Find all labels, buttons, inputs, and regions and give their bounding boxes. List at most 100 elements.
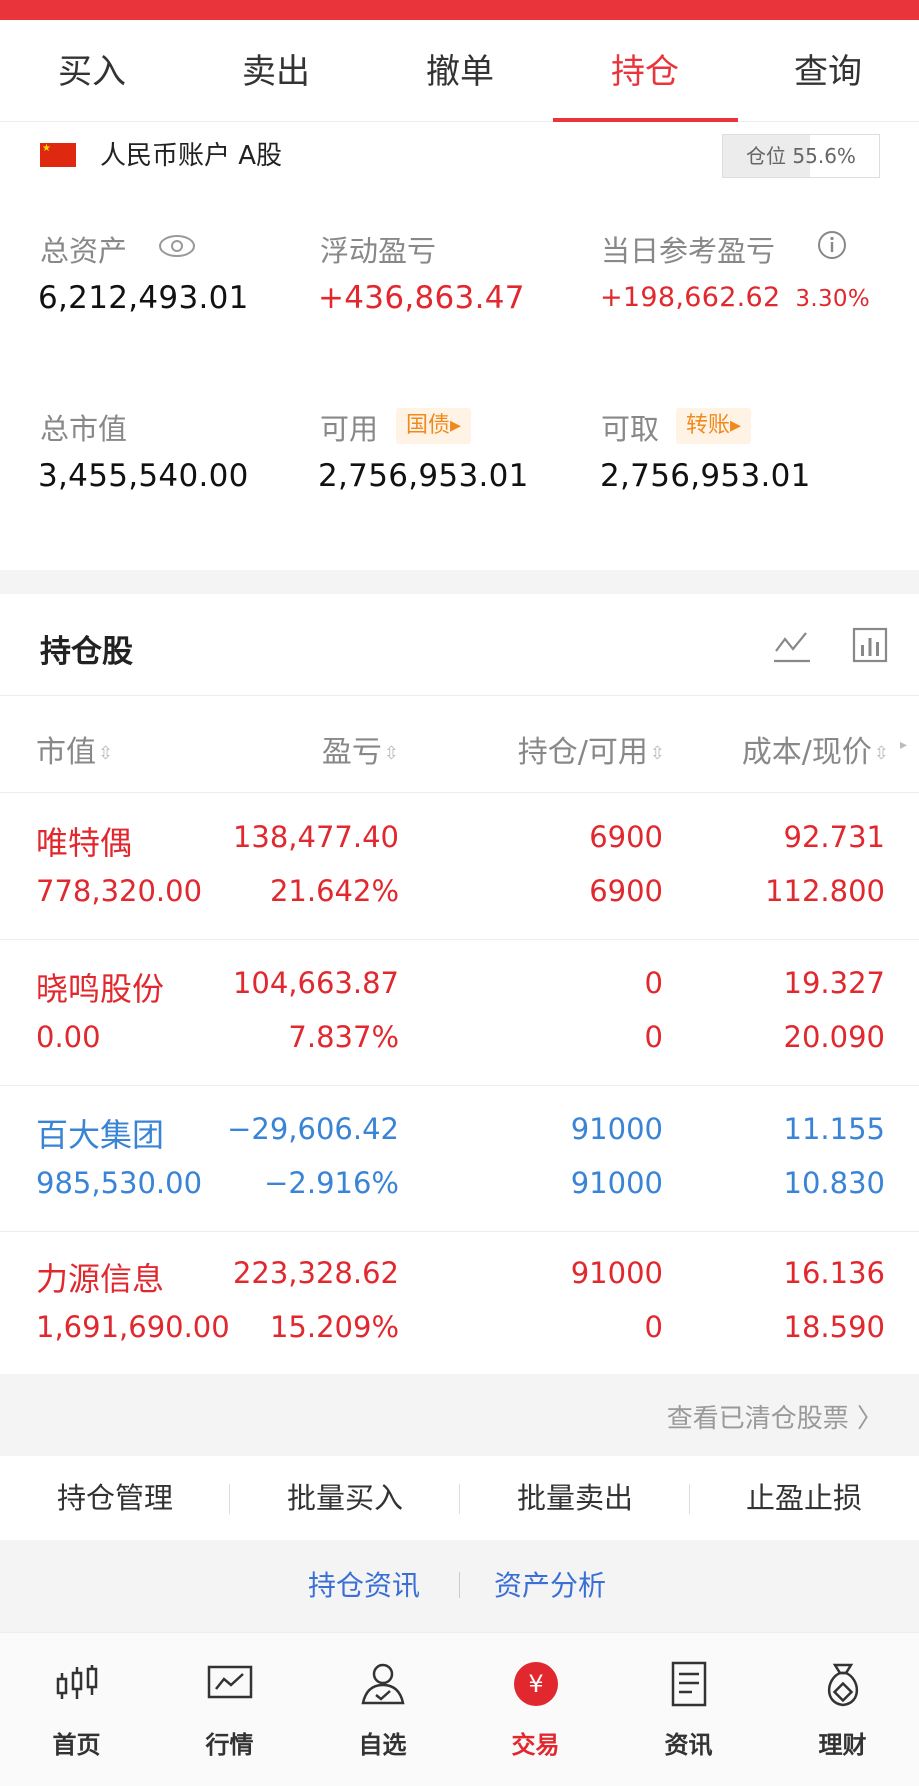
stock-available-qty: 0 — [644, 1310, 663, 1344]
stock-holding-qty: 91000 — [570, 1256, 663, 1290]
nav-trade[interactable]: ¥ 交易 — [459, 1633, 612, 1786]
yuan-circle-icon: ¥ — [513, 1662, 558, 1706]
tab-buy[interactable]: 买入 — [0, 20, 184, 122]
stock-holding-qty: 91000 — [570, 1112, 663, 1146]
floating-pl-label: 浮动盈亏 — [320, 234, 437, 268]
floating-pl-value: +436,863.47 — [318, 280, 525, 316]
sort-icon: ⇳ — [98, 743, 114, 764]
column-market-value[interactable]: 市值 ⇳ — [36, 727, 113, 771]
batch-sell-button[interactable]: 批量卖出 — [460, 1456, 690, 1540]
nav-label: 首页 — [52, 1731, 101, 1759]
stock-profit-loss-percent: −2.916% — [264, 1166, 399, 1200]
nav-wealth[interactable]: 理财 — [766, 1633, 919, 1786]
account-label[interactable]: 人民币账户 A股 — [100, 135, 282, 172]
status-bar — [0, 0, 919, 20]
stock-name: 晓鸣股份 — [36, 970, 165, 1008]
stock-profit-loss-percent: 15.209% — [269, 1310, 399, 1344]
stock-profit-loss: 223,328.62 — [232, 1256, 399, 1290]
holdings-title: 持仓股 — [40, 634, 133, 670]
stock-name: 力源信息 — [36, 1260, 165, 1298]
daily-pl-label: 当日参考盈亏 — [601, 234, 776, 268]
holdings-header: 持仓股 — [0, 594, 919, 696]
holding-row[interactable]: 力源信息 1,691,690.00 223,328.62 15.209% 910… — [0, 1230, 919, 1376]
total-assets-label: 总资产 — [40, 234, 128, 268]
active-tab-indicator — [553, 118, 738, 122]
line-chart-icon[interactable] — [772, 627, 812, 665]
account-bar: ★ 人民币账户 A股 仓位 55.6% — [0, 123, 919, 188]
stock-profit-loss: −29,606.42 — [227, 1112, 399, 1146]
holding-row[interactable]: 晓鸣股份 0.00 104,663.87 7.837% 0 0 19.327 2… — [0, 940, 919, 1086]
withdrawable-label: 可取 — [601, 412, 660, 446]
chart-screen-icon — [207, 1665, 252, 1699]
column-cost-price[interactable]: 成本/现价 ⇳ — [742, 727, 889, 771]
column-holding-available[interactable]: 持仓/可用 ⇳ — [518, 727, 665, 771]
tab-cancel-order[interactable]: 撤单 — [368, 20, 552, 122]
sort-icon: ⇳ — [383, 743, 399, 764]
nav-market[interactable]: 行情 — [153, 1633, 306, 1786]
tab-query[interactable]: 查询 — [736, 20, 919, 122]
batch-buy-button[interactable]: 批量买入 — [230, 1456, 460, 1540]
stock-cost: 11.155 — [783, 1112, 885, 1146]
stock-market-value: 0.00 — [36, 1020, 101, 1054]
stock-price: 18.590 — [783, 1310, 885, 1344]
daily-pl-value: +198,662.62 3.30% — [600, 282, 870, 313]
asset-summary: 总资产 6,212,493.01 浮动盈亏 +436,863.47 当日参考盈亏… — [0, 190, 919, 570]
eye-icon[interactable] — [158, 234, 196, 258]
nav-news[interactable]: 资讯 — [612, 1633, 765, 1786]
stock-market-value: 1,691,690.00 — [36, 1310, 230, 1344]
holding-row[interactable]: 百大集团 985,530.00 −29,606.42 −2.916% 91000… — [0, 1086, 919, 1232]
stock-market-value: 778,320.00 — [36, 874, 203, 908]
stock-cost: 16.136 — [783, 1256, 885, 1290]
tab-sell[interactable]: 卖出 — [184, 20, 368, 122]
tab-holdings[interactable]: 持仓 — [553, 20, 737, 122]
stock-price: 10.830 — [783, 1166, 885, 1200]
nav-home[interactable]: 首页 — [0, 1633, 153, 1786]
trade-tabs: 买入 卖出 撤单 持仓 查询 — [0, 20, 919, 122]
nav-label: 自选 — [358, 1731, 407, 1759]
money-bag-icon — [827, 1663, 858, 1707]
stock-name: 唯特偶 — [36, 824, 133, 862]
column-profit-loss[interactable]: 盈亏 ⇳ — [322, 727, 399, 771]
available-value: 2,756,953.01 — [318, 458, 529, 494]
bar-chart-icon[interactable] — [852, 627, 888, 663]
stock-holding-qty: 6900 — [589, 820, 663, 854]
china-flag-icon: ★ — [40, 143, 76, 167]
section-divider — [0, 570, 919, 594]
position-ratio-badge: 仓位 55.6% — [722, 134, 880, 178]
scroll-right-icon[interactable]: ▸ — [900, 737, 907, 753]
view-cleared-stocks-link[interactable]: 查看已清仓股票 〉 — [667, 1398, 883, 1435]
nav-label: 资讯 — [664, 1731, 713, 1759]
divider — [459, 1572, 460, 1598]
total-assets-value: 6,212,493.01 — [38, 280, 249, 316]
nav-watchlist[interactable]: 自选 — [306, 1633, 459, 1786]
stock-price: 20.090 — [783, 1020, 885, 1054]
treasury-bond-tag[interactable]: 国债▸ — [396, 408, 472, 444]
stock-price: 112.800 — [765, 874, 885, 908]
info-icon[interactable] — [817, 230, 847, 260]
manage-holdings-button[interactable]: 持仓管理 — [0, 1456, 230, 1540]
bottom-navigation: 首页 行情 自选 ¥ 交易 资讯 理财 — [0, 1632, 919, 1786]
nav-label: 交易 — [511, 1731, 560, 1759]
stock-cost: 92.731 — [783, 820, 885, 854]
transfer-tag[interactable]: 转账▸ — [676, 408, 752, 444]
market-value-label: 总市值 — [40, 412, 128, 446]
sort-icon: ⇳ — [873, 743, 889, 764]
document-icon — [671, 1661, 706, 1707]
cleared-stocks-bar: 查看已清仓股票 〉 — [0, 1374, 919, 1456]
stock-name: 百大集团 — [36, 1116, 165, 1154]
position-ratio-text: 仓位 55.6% — [746, 144, 856, 168]
yuan-glyph: ¥ — [528, 1670, 543, 1698]
holding-row[interactable]: 唯特偶 778,320.00 138,477.40 21.642% 6900 6… — [0, 794, 919, 940]
holdings-news-link[interactable]: 持仓资讯 — [308, 1564, 420, 1604]
stock-profit-loss-percent: 7.837% — [288, 1020, 399, 1054]
asset-analysis-link[interactable]: 资产分析 — [494, 1564, 606, 1604]
available-label: 可用 — [320, 412, 379, 446]
holdings-column-header: 市值 ⇳ 盈亏 ⇳ 持仓/可用 ⇳ 成本/现价 ⇳ ▸ — [0, 697, 919, 793]
nav-label: 理财 — [818, 1731, 867, 1759]
holding-actions: 持仓管理 批量买入 批量卖出 止盈止损 — [0, 1456, 919, 1540]
stock-holding-qty: 0 — [644, 966, 663, 1000]
stock-profit-loss: 104,663.87 — [232, 966, 399, 1000]
sort-icon: ⇳ — [649, 743, 665, 764]
take-profit-stop-loss-button[interactable]: 止盈止损 — [689, 1456, 919, 1540]
stock-profit-loss-percent: 21.642% — [269, 874, 399, 908]
